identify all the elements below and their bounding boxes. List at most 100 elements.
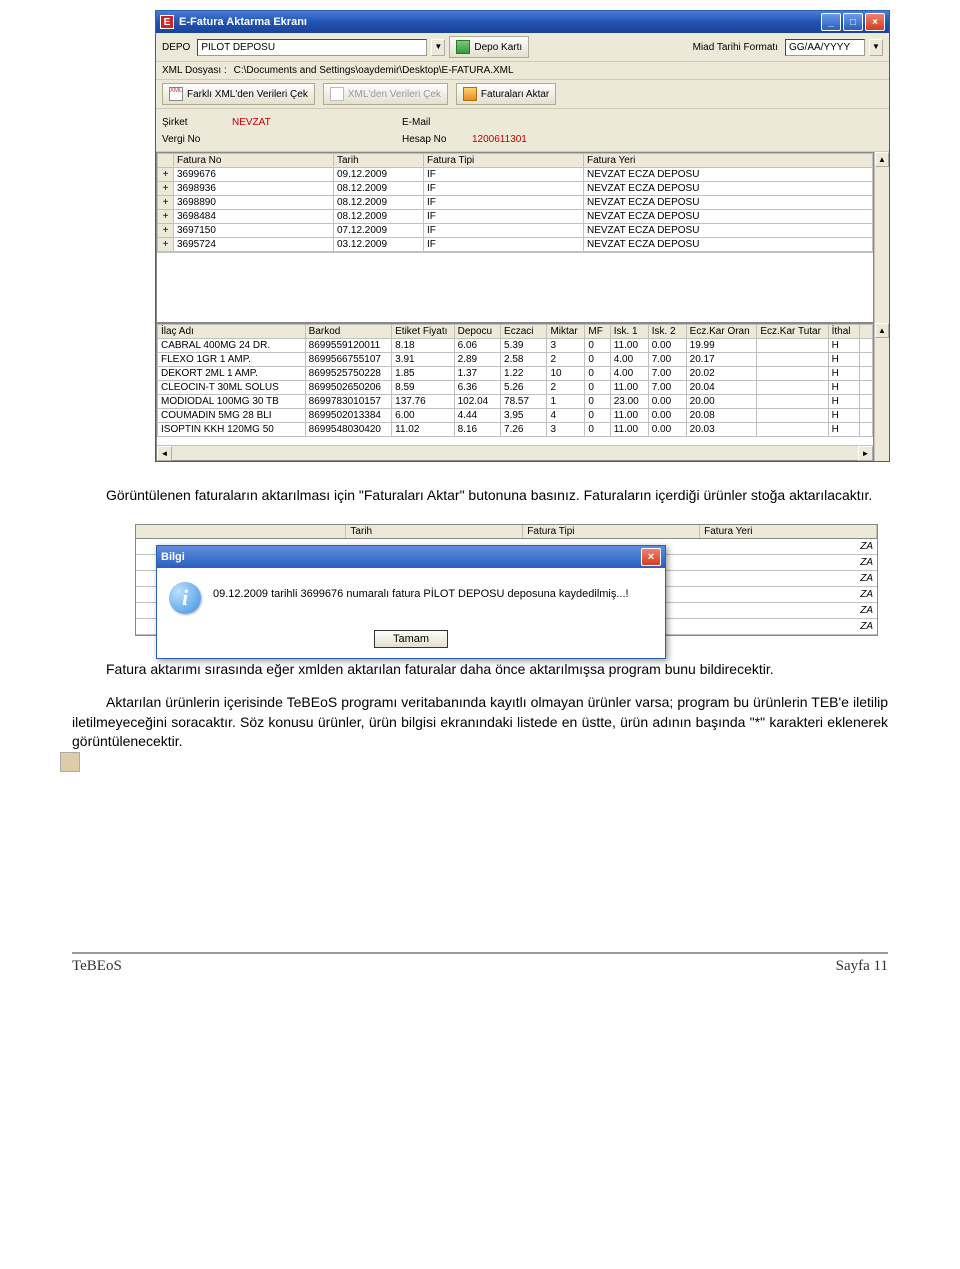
dialog-ok-button[interactable]: Tamam [374, 630, 448, 648]
miad-input[interactable] [785, 39, 865, 56]
product-col-header[interactable]: Eczaci [501, 325, 547, 339]
depo-dropdown-icon[interactable]: ▼ [431, 39, 445, 56]
cell: 2 [547, 381, 585, 395]
table-row[interactable]: MODIODAL 100MG 30 TB8699783010157137.761… [158, 395, 873, 409]
cell: 2.89 [454, 353, 500, 367]
cell: MODIODAL 100MG 30 TB [158, 395, 306, 409]
invoice-col-header[interactable]: Fatura No [174, 154, 334, 168]
invoice-col-header[interactable]: Fatura Tipi [424, 154, 584, 168]
product-col-header[interactable] [860, 325, 873, 339]
expand-icon[interactable]: + [158, 210, 174, 224]
cell: 3 [547, 339, 585, 353]
cell: 8699502013384 [305, 409, 391, 423]
product-col-header[interactable]: Depocu [454, 325, 500, 339]
cell: 4.00 [610, 353, 648, 367]
cell: 4 [547, 409, 585, 423]
faturalari-aktar-button[interactable]: Faturaları Aktar [456, 83, 556, 105]
cell: 8699502650206 [305, 381, 391, 395]
cell [860, 367, 873, 381]
expand-icon[interactable]: + [158, 168, 174, 182]
expand-icon[interactable]: + [158, 238, 174, 252]
depo-input[interactable] [197, 39, 427, 56]
dialog-message: 09.12.2009 tarihli 3699676 numaralı fatu… [213, 582, 629, 600]
product-table[interactable]: İlaç AdıBarkodEtiket FiyatıDepocuEczaciM… [156, 323, 874, 461]
page-footer: TeBEoS Sayfa 11 [72, 958, 888, 975]
maximize-button[interactable]: □ [843, 13, 863, 31]
close-button[interactable]: × [865, 13, 885, 31]
cell: H [828, 395, 860, 409]
xml-path: C:\Documents and Settings\oaydemir\Deskt… [234, 65, 514, 76]
product-col-header[interactable]: İthal [828, 325, 860, 339]
cell: 3698890 [174, 196, 334, 210]
cell: COUMADIN 5MG 28 BLI [158, 409, 306, 423]
hesap-value: 1200611301 [472, 134, 612, 145]
cell: 3695724 [174, 238, 334, 252]
farkli-xml-button[interactable]: XML Farklı XML'den Verileri Çek [162, 83, 315, 105]
product-col-header[interactable]: MF [585, 325, 610, 339]
expand-icon[interactable]: + [158, 182, 174, 196]
cell: 8699559120011 [305, 339, 391, 353]
table-row[interactable]: +369893608.12.2009IFNEVZAT ECZA DEPOSU [158, 182, 873, 196]
table-row[interactable]: CLEOCIN-T 30ML SOLUS86995026502068.596.3… [158, 381, 873, 395]
product-col-header[interactable]: Ecz.Kar Oran [686, 325, 757, 339]
product-col-header[interactable]: Miktar [547, 325, 585, 339]
xmlden-button[interactable]: XML'den Verileri Çek [323, 83, 448, 105]
table-row[interactable]: +369572403.12.2009IFNEVZAT ECZA DEPOSU [158, 238, 873, 252]
table-row[interactable]: COUMADIN 5MG 28 BLI86995020133846.004.44… [158, 409, 873, 423]
table-row[interactable]: +369889008.12.2009IFNEVZAT ECZA DEPOSU [158, 196, 873, 210]
cell [757, 381, 828, 395]
cell: 3698484 [174, 210, 334, 224]
invoice-col-header[interactable]: Tarih [334, 154, 424, 168]
cell: CLEOCIN-T 30ML SOLUS [158, 381, 306, 395]
invoice-col-header[interactable]: Fatura Yeri [584, 154, 873, 168]
toolbar-row-1: DEPO ▼ Depo Kartı Miad Tarihi Formatı ▼ [156, 33, 889, 62]
product-col-header[interactable]: Ecz.Kar Tutar [757, 325, 828, 339]
expand-icon[interactable]: + [158, 224, 174, 238]
miad-dropdown-icon[interactable]: ▼ [869, 39, 883, 56]
cell: ISOPTIN KKH 120MG 50 [158, 423, 306, 437]
depo-karti-button[interactable]: Depo Kartı [449, 36, 529, 58]
cell: 2 [547, 353, 585, 367]
footer-tab-decoration [60, 752, 80, 772]
cell [860, 409, 873, 423]
cell: 03.12.2009 [334, 238, 424, 252]
cell [757, 353, 828, 367]
cell: NEVZAT ECZA DEPOSU [584, 224, 873, 238]
scroll-left-icon[interactable]: ◄ [157, 446, 172, 461]
cell: 6.00 [392, 409, 454, 423]
cell: 20.08 [686, 409, 757, 423]
col-fatura-yeri: Fatura Yeri [700, 525, 877, 538]
table-row[interactable]: FLEXO 1GR 1 AMP.86995667551073.912.892.5… [158, 353, 873, 367]
invoice-table[interactable]: Fatura NoTarihFatura TipiFatura Yeri +36… [156, 152, 874, 323]
dialog-close-button[interactable]: × [641, 548, 661, 566]
cell: CABRAL 400MG 24 DR. [158, 339, 306, 353]
depo-card-icon [456, 40, 470, 54]
cell [860, 395, 873, 409]
footer-right: Sayfa 11 [836, 958, 888, 975]
cell: 0.00 [648, 395, 686, 409]
table-row[interactable]: ISOPTIN KKH 120MG 50869954803042011.028.… [158, 423, 873, 437]
cell: 0 [585, 367, 610, 381]
invoice-vscroll[interactable]: ▲ [874, 152, 889, 323]
table-row[interactable]: +369848408.12.2009IFNEVZAT ECZA DEPOSU [158, 210, 873, 224]
table-row[interactable]: +369715007.12.2009IFNEVZAT ECZA DEPOSU [158, 224, 873, 238]
scroll-up-icon[interactable]: ▲ [875, 323, 889, 338]
product-col-header[interactable]: Isk. 2 [648, 325, 686, 339]
cell: H [828, 339, 860, 353]
cell: 0 [585, 381, 610, 395]
product-vscroll[interactable]: ▲ [874, 323, 889, 461]
scroll-up-icon[interactable]: ▲ [875, 152, 889, 167]
product-col-header[interactable]: Barkod [305, 325, 391, 339]
minimize-button[interactable]: _ [821, 13, 841, 31]
product-col-header[interactable]: Isk. 1 [610, 325, 648, 339]
scroll-right-icon[interactable]: ► [858, 446, 873, 461]
product-col-header[interactable]: İlaç Adı [158, 325, 306, 339]
expand-icon[interactable]: + [158, 196, 174, 210]
cell: 11.00 [610, 423, 648, 437]
table-row[interactable]: +369967609.12.2009IFNEVZAT ECZA DEPOSU [158, 168, 873, 182]
cell: 7.00 [648, 381, 686, 395]
product-hscroll[interactable]: ◄ ► [157, 445, 873, 460]
product-col-header[interactable]: Etiket Fiyatı [392, 325, 454, 339]
table-row[interactable]: DEKORT 2ML 1 AMP.86995257502281.851.371.… [158, 367, 873, 381]
table-row[interactable]: CABRAL 400MG 24 DR.86995591200118.186.06… [158, 339, 873, 353]
